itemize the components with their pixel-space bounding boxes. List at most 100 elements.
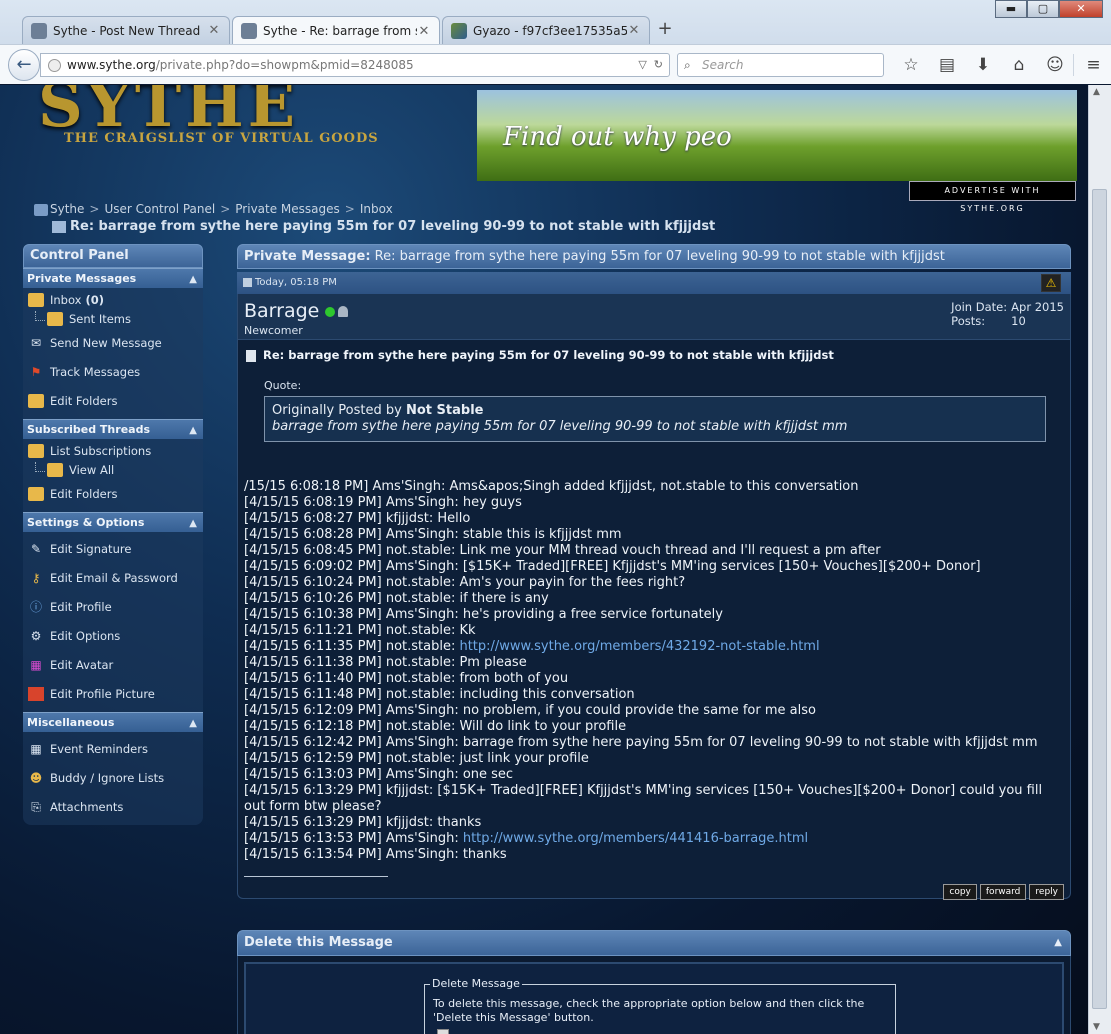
menu-icon[interactable]: ≡	[1073, 54, 1111, 76]
sidebar-item-send-new-message[interactable]: ✉ Send New Message	[23, 328, 203, 357]
search-input[interactable]: ⌕ Search	[677, 53, 884, 77]
collapse-icon[interactable]: ▲	[189, 270, 197, 289]
sidebar-item-list-subscriptions[interactable]: List Subscriptions	[23, 441, 203, 460]
chat-log: /15/15 6:08:18 PM] Ams'Singh: Ams&apos;S…	[244, 479, 1066, 863]
delete-instructions: To delete this message, check the approp…	[433, 997, 865, 1024]
section-body: ✎ Edit Signature ⚷ Edit Email & Password ⓘ…	[23, 532, 203, 712]
forward-button[interactable]: forward	[979, 884, 1027, 900]
home-icon[interactable]: ⌂	[1001, 54, 1037, 76]
chat-text: [4/15/15 6:13:53 PM] Ams'Singh:	[244, 831, 463, 846]
sidebar-item-label: Event Reminders	[50, 741, 148, 756]
author-name[interactable]: Barrage	[244, 300, 349, 322]
sidebar-item-buddy-ignore-lists[interactable]: ☻ Buddy / Ignore Lists	[23, 763, 203, 792]
reply-button[interactable]: reply	[1029, 884, 1064, 900]
collapse-icon[interactable]: ▲	[189, 421, 197, 440]
inbox-count: (0)	[85, 292, 104, 307]
sidebar-item-edit-options[interactable]: ⚙ Edit Options	[23, 621, 203, 650]
sidebar-item-edit-profile[interactable]: ⓘ Edit Profile	[23, 592, 203, 621]
scrollbar-thumb[interactable]	[1092, 189, 1107, 1009]
section-private-messages[interactable]: Private Messages ▲	[23, 268, 203, 288]
maximize-button[interactable]: ▢	[1027, 0, 1059, 18]
ad-banner[interactable]: Find out why peo	[477, 90, 1077, 181]
message-header-label: Private Message:	[244, 249, 371, 264]
reading-list-icon[interactable]: ▤	[929, 54, 965, 76]
window-controls: ▬ ▢ ✕	[995, 0, 1103, 18]
smiley-icon[interactable]: ☺	[1037, 54, 1073, 76]
folder-icon	[28, 443, 44, 458]
sidebar-item-edit-email-password[interactable]: ⚷ Edit Email & Password	[23, 563, 203, 592]
close-tab-icon[interactable]: ✕	[417, 24, 431, 39]
delete-checkbox[interactable]	[437, 1029, 449, 1034]
page-title-text: Re: barrage from sythe here paying 55m f…	[70, 219, 716, 234]
advertise-link[interactable]: ADVERTISE WITH SYTHE.ORG	[909, 181, 1076, 213]
bookmark-star-icon[interactable]: ☆	[893, 54, 929, 76]
sidebar-item-edit-folders[interactable]: Edit Folders	[23, 386, 203, 415]
reload-icon[interactable]: ▽ ↻	[638, 54, 663, 76]
chat-line: [4/15/15 6:11:21 PM] not.stable: Kk	[244, 623, 1066, 639]
breadcrumb-user-control-panel[interactable]: User Control Panel	[104, 202, 215, 216]
sidebar-item-view-all[interactable]: View All	[23, 460, 203, 479]
document-icon	[246, 349, 256, 362]
chat-link[interactable]: http://www.sythe.org/members/441416-barr…	[463, 831, 808, 846]
close-tab-icon[interactable]: ✕	[207, 23, 221, 38]
tab-private-message[interactable]: Sythe - Re: barrage from sy... ✕	[232, 16, 440, 45]
sidebar-item-event-reminders[interactable]: ▦ Event Reminders	[23, 734, 203, 763]
edit-folder-icon	[28, 393, 44, 408]
section-miscellaneous[interactable]: Miscellaneous ▲	[23, 712, 203, 732]
message-icon	[52, 220, 66, 233]
sidebar-item-edit-avatar[interactable]: ▦ Edit Avatar	[23, 650, 203, 679]
scroll-down-icon[interactable]: ▼	[1093, 1022, 1100, 1032]
address-bar[interactable]: www.sythe.org/private.php?do=showpm&pmid…	[40, 53, 670, 77]
sidebar-item-label: Sent Items	[69, 311, 131, 326]
collapse-icon[interactable]: ▲	[189, 514, 197, 533]
breadcrumb-inbox[interactable]: Inbox	[360, 202, 393, 216]
sidebar-item-edit-profile-picture[interactable]: Edit Profile Picture	[23, 679, 203, 708]
home-icon	[34, 203, 48, 216]
collapse-icon[interactable]: ▲	[189, 714, 197, 733]
chat-line: [4/15/15 6:10:24 PM] not.stable: Am's yo…	[244, 575, 1066, 591]
delete-header: Delete this Message ▲	[237, 930, 1071, 956]
site-logo[interactable]: SYTHE THE CRAIGSLIST OF VIRTUAL GOODS	[38, 85, 398, 155]
chat-text: [4/15/15 6:12:42 PM] Ams'Singh: barrage …	[244, 735, 1038, 750]
download-icon[interactable]: ⬇	[965, 54, 1001, 76]
section-subscribed-threads[interactable]: Subscribed Threads ▲	[23, 419, 203, 439]
info-icon: ⓘ	[29, 599, 42, 614]
sidebar-item-inbox[interactable]: Inbox (0)	[23, 290, 203, 309]
new-tab-button[interactable]: +	[652, 17, 678, 43]
close-window-button[interactable]: ✕	[1059, 0, 1103, 18]
sidebar-item-edit-folders[interactable]: Edit Folders	[23, 479, 203, 508]
section-heading: Miscellaneous	[27, 716, 115, 729]
scroll-up-icon[interactable]: ▲	[1093, 87, 1100, 97]
sidebar-item-track-messages[interactable]: ⚑ Track Messages	[23, 357, 203, 386]
message-header: Private Message: Re: barrage from sythe …	[237, 244, 1071, 269]
sidebar-item-edit-signature[interactable]: ✎ Edit Signature	[23, 534, 203, 563]
tab-post-new-thread[interactable]: Sythe - Post New Thread ✕	[22, 16, 230, 44]
chat-line: [4/15/15 6:08:19 PM] Ams'Singh: hey guys	[244, 495, 1066, 511]
section-settings-options[interactable]: Settings & Options ▲	[23, 512, 203, 532]
chat-link[interactable]: http://www.sythe.org/members/432192-not-…	[459, 639, 819, 654]
collapse-icon[interactable]: ▲	[1054, 931, 1062, 955]
tab-gyazo[interactable]: Gyazo - f97cf3ee17535a521... ✕	[442, 16, 650, 44]
chat-line: [4/15/15 6:10:38 PM] Ams'Singh: he's pro…	[244, 607, 1066, 623]
message-actions: copy forward reply	[940, 884, 1064, 900]
chat-line: [4/15/15 6:11:48 PM] not.stable: includi…	[244, 687, 1066, 703]
section-body: ▦ Event Reminders ☻ Buddy / Ignore Lists ⎘…	[23, 732, 203, 825]
breadcrumb-private-messages[interactable]: Private Messages	[235, 202, 340, 216]
chat-line: [4/15/15 6:11:40 PM] not.stable: from bo…	[244, 671, 1066, 687]
signature-divider	[244, 876, 388, 877]
minimize-button[interactable]: ▬	[995, 0, 1027, 18]
close-tab-icon[interactable]: ✕	[627, 23, 641, 38]
page-scrollbar[interactable]: ▲ ▼	[1088, 85, 1111, 1034]
sidebar-item-label: Edit Signature	[50, 541, 132, 556]
globe-icon	[48, 59, 61, 72]
report-warning-icon[interactable]: ⚠	[1041, 274, 1061, 292]
toolbar-icons: ☆ ▤ ⬇ ⌂ ☺ ≡	[893, 54, 1111, 76]
section-heading: Settings & Options	[27, 516, 145, 529]
sidebar-item-attachments[interactable]: ⎘ Attachments	[23, 792, 203, 821]
control-panel-sidebar: Control Panel Private Messages ▲ Inbox (0)…	[23, 244, 203, 825]
copy-button[interactable]: copy	[943, 884, 977, 900]
breadcrumb-sythe[interactable]: Sythe	[50, 202, 84, 216]
back-button[interactable]: ←	[8, 49, 40, 81]
sidebar-item-sent-items[interactable]: Sent Items	[23, 309, 203, 328]
signature-icon: ✎	[30, 541, 42, 556]
